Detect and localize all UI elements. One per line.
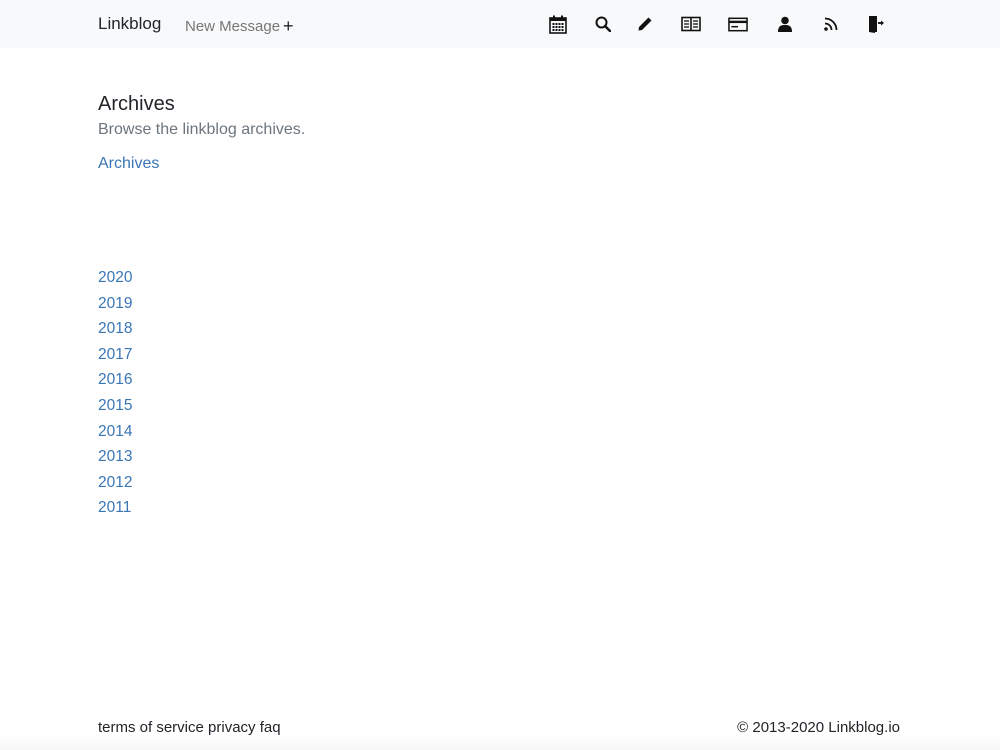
list-item: 2013 — [98, 447, 132, 473]
year-link-2020[interactable]: 2020 — [98, 269, 132, 286]
list-item: 2012 — [98, 473, 132, 499]
faq-link[interactable]: faq — [260, 719, 281, 736]
list-item: 2019 — [98, 294, 132, 320]
terms-link[interactable]: terms of service — [98, 719, 204, 736]
footer-links: terms of service privacy faq — [98, 718, 281, 738]
new-message-link[interactable]: New Message + — [185, 15, 294, 37]
navbar: Linkblog New Message + — [0, 0, 1000, 48]
year-link-2013[interactable]: 2013 — [98, 448, 132, 465]
list-item: 2014 — [98, 422, 132, 448]
year-link-2011[interactable]: 2011 — [98, 499, 131, 516]
calendar-icon[interactable] — [548, 14, 568, 34]
rss-icon[interactable] — [821, 14, 841, 34]
list-item: 2016 — [98, 370, 132, 396]
list-item: 2018 — [98, 319, 132, 345]
year-link-2014[interactable]: 2014 — [98, 423, 132, 440]
search-icon[interactable] — [593, 14, 613, 34]
logout-icon[interactable] — [866, 14, 886, 34]
year-link-2019[interactable]: 2019 — [98, 295, 132, 312]
list-item: 2017 — [98, 345, 132, 371]
archives-link[interactable]: Archives — [98, 154, 159, 174]
book-icon[interactable] — [681, 14, 701, 34]
year-link-2012[interactable]: 2012 — [98, 474, 132, 491]
list-item: 2011 — [98, 498, 132, 524]
year-link-2017[interactable]: 2017 — [98, 346, 132, 363]
year-link-2015[interactable]: 2015 — [98, 397, 132, 414]
plus-icon: + — [283, 16, 294, 36]
credit-card-icon[interactable] — [728, 14, 748, 34]
page-subtitle: Browse the linkblog archives. — [98, 121, 306, 138]
privacy-link[interactable]: privacy — [208, 719, 256, 736]
year-link-2018[interactable]: 2018 — [98, 320, 132, 337]
user-icon[interactable] — [775, 14, 795, 34]
page-title: Archives — [98, 93, 175, 115]
brand-link[interactable]: Linkblog — [98, 14, 161, 34]
pencil-icon[interactable] — [635, 14, 655, 34]
list-item: 2020 — [98, 268, 132, 294]
new-message-label: New Message — [185, 18, 281, 35]
year-link-2016[interactable]: 2016 — [98, 371, 132, 388]
footer: terms of service privacy faq © 2013-2020… — [0, 700, 1000, 750]
copyright: © 2013-2020 Linkblog.io — [737, 719, 900, 736]
year-list: 2020 2019 2018 2017 2016 2015 2014 2013 … — [98, 268, 132, 524]
list-item: 2015 — [98, 396, 132, 422]
